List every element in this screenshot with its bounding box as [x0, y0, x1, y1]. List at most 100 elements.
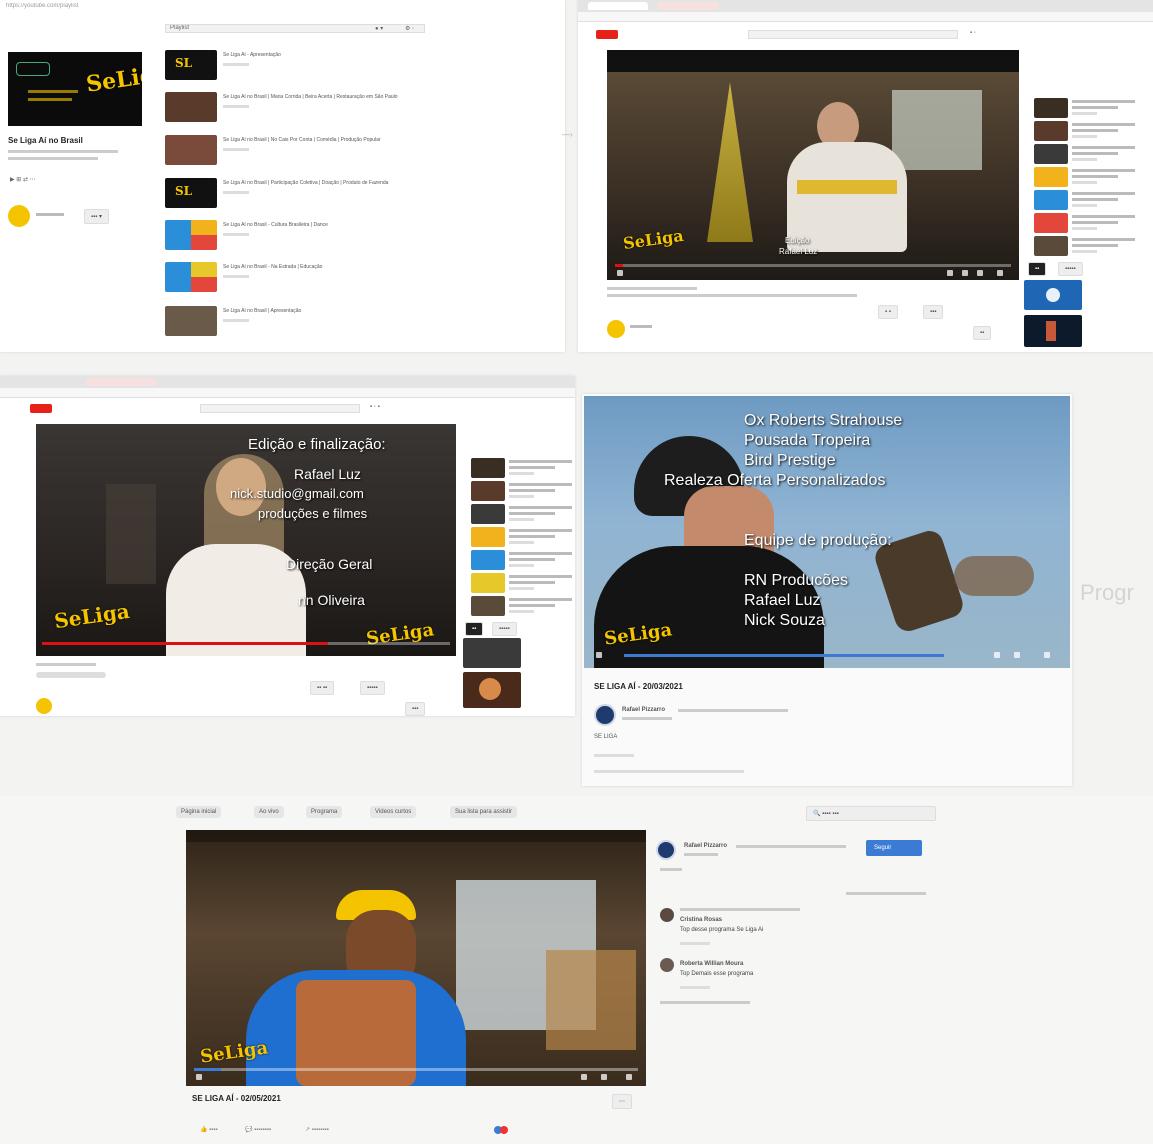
video-thumbnail[interactable]: [165, 92, 217, 122]
recommended-video-thumbnail[interactable]: [1024, 315, 1082, 347]
chip-all[interactable]: ▪▪: [465, 622, 484, 636]
miniplayer-icon[interactable]: [962, 270, 968, 276]
like-button[interactable]: ▪▪ ▪▪: [310, 681, 335, 695]
video-title[interactable]: Se Liga Aí no Brasil | No Cais Por Conta…: [223, 137, 553, 143]
recommended-item[interactable]: [1034, 190, 1144, 212]
comment-icon[interactable]: 💬 ▪▪▪▪▪▪▪▪: [245, 1126, 271, 1133]
progress-bar[interactable]: [42, 642, 450, 645]
playlist-row[interactable]: Se Liga Aí no Brasil - Cultura Brasileir…: [165, 220, 555, 252]
video-title[interactable]: Se Liga Aí no Brasil | Apresentação: [223, 308, 553, 314]
recommended-video-thumbnail[interactable]: [463, 638, 521, 668]
chip-all[interactable]: ▪▪: [1028, 262, 1047, 276]
mic-icon[interactable]: ▪ ◦: [970, 30, 976, 36]
video-thumbnail[interactable]: [471, 596, 505, 616]
video-thumbnail[interactable]: [1034, 236, 1068, 256]
channel-avatar[interactable]: [8, 205, 30, 227]
more-comments-link[interactable]: [660, 1001, 750, 1004]
recommended-video-thumbnail[interactable]: [1024, 280, 1082, 310]
recommended-item[interactable]: [471, 573, 575, 595]
nav-tab[interactable]: Sua lista para assistir: [450, 806, 518, 818]
comment-author[interactable]: Roberta Willian Moura: [680, 961, 743, 967]
video-title[interactable]: Se Liga Aí - Apresentação: [223, 52, 553, 58]
recommended-item[interactable]: [471, 527, 575, 549]
facebook-video[interactable]: SeLiga: [186, 830, 646, 1086]
search-bar[interactable]: [200, 404, 360, 413]
poster-avatar[interactable]: [594, 704, 616, 726]
like-icon[interactable]: 👍 ▪▪▪▪: [200, 1126, 218, 1133]
mic-icon[interactable]: ● ▾: [375, 25, 383, 32]
progress-bar[interactable]: [194, 1068, 638, 1071]
video-title[interactable]: Se Liga Aí no Brasil | Participação Cole…: [223, 180, 553, 186]
volume-icon[interactable]: [994, 652, 1000, 658]
share-button[interactable]: ▪▪▪▪▪: [360, 681, 385, 695]
video-thumbnail[interactable]: [1034, 98, 1068, 118]
poster-name[interactable]: Rafael Pizzarro: [622, 707, 665, 713]
fullscreen-icon[interactable]: [1044, 652, 1050, 658]
video-thumbnail[interactable]: [1034, 167, 1068, 187]
nav-tab[interactable]: Programa: [306, 806, 343, 818]
recommended-item[interactable]: [471, 596, 575, 618]
recommended-item[interactable]: [1034, 213, 1144, 235]
subscribe-button[interactable]: ▪▪: [973, 326, 992, 340]
progress-bar[interactable]: [615, 264, 1011, 267]
fullscreen-icon[interactable]: [626, 1074, 632, 1080]
playlist-row[interactable]: Se Liga Aí no Brasil | No Cais Por Conta…: [165, 135, 555, 167]
settings-icon[interactable]: [947, 270, 953, 276]
recommended-item[interactable]: [1034, 236, 1144, 258]
playlist-row[interactable]: Se Liga Aí no Brasil | Maria Corrida | B…: [165, 92, 555, 124]
recommended-item[interactable]: [1034, 121, 1144, 143]
theater-icon[interactable]: [977, 270, 983, 276]
follow-button[interactable]: Seguir: [866, 840, 922, 856]
video-thumbnail[interactable]: [471, 481, 505, 501]
video-thumbnail[interactable]: [471, 527, 505, 547]
nav-tab[interactable]: Página inicial: [176, 806, 222, 818]
chip-related[interactable]: ▪▪▪▪▪: [492, 622, 517, 636]
playlist-row[interactable]: SL Se Liga Aí - Apresentação: [165, 50, 555, 82]
video-thumbnail[interactable]: [165, 135, 217, 165]
channel-banner[interactable]: SeLiga: [8, 52, 142, 126]
video-thumbnail[interactable]: [471, 573, 505, 593]
main-video[interactable]: Edição Rafael Luz SeLiga: [607, 50, 1019, 280]
mic-icon[interactable]: ▪ ◦ ▪: [370, 404, 380, 410]
recommended-item[interactable]: [471, 550, 575, 572]
video-thumbnail[interactable]: SL: [165, 178, 217, 208]
poster-avatar[interactable]: [656, 840, 676, 860]
share-icon[interactable]: ↗ ▪▪▪▪▪▪▪▪: [305, 1126, 329, 1133]
recommended-item[interactable]: [471, 458, 575, 480]
search-bar[interactable]: [748, 30, 958, 39]
video-thumbnail[interactable]: [471, 458, 505, 478]
subscribe-button[interactable]: ▪▪▪: [405, 702, 426, 716]
search-videos-button[interactable]: 🔍 ▪▪▪▪ ▪▪▪: [806, 806, 936, 821]
video-thumbnail[interactable]: [471, 504, 505, 524]
playlist-row[interactable]: SL Se Liga Aí no Brasil | Participação Co…: [165, 178, 555, 210]
comment-author[interactable]: Cristina Rosas: [680, 917, 722, 923]
channel-avatar[interactable]: [607, 320, 625, 338]
more-options-button[interactable]: ⋯: [612, 1094, 632, 1109]
video-title[interactable]: Se Liga Aí no Brasil - Cultura Brasileir…: [223, 222, 553, 228]
fullscreen-icon[interactable]: [997, 270, 1003, 276]
chip-related[interactable]: ▪▪▪▪▪: [1058, 262, 1083, 276]
volume-icon[interactable]: [581, 1074, 587, 1080]
nav-tab[interactable]: Videos curtos: [370, 806, 417, 818]
video-thumbnail[interactable]: [1034, 213, 1068, 233]
video-thumbnail[interactable]: [1034, 144, 1068, 164]
share-button[interactable]: ▪▪▪: [923, 305, 944, 319]
video-thumbnail[interactable]: [165, 306, 217, 336]
play-icon[interactable]: [196, 1074, 202, 1080]
channel-avatar[interactable]: [36, 698, 52, 714]
video-thumbnail[interactable]: [165, 262, 217, 292]
recommended-item[interactable]: [471, 504, 575, 526]
play-icon[interactable]: [596, 652, 602, 658]
video-title[interactable]: Se Liga Aí no Brasil - Na Estrada | Educ…: [223, 264, 553, 270]
search-bar[interactable]: [165, 24, 425, 33]
facebook-video[interactable]: SeLiga Ox Roberts Strahouse Pousada Trope…: [584, 396, 1070, 668]
nav-tab[interactable]: Ao vivo: [254, 806, 284, 818]
commenter-avatar[interactable]: [660, 958, 674, 972]
settings-icon[interactable]: [601, 1074, 607, 1080]
video-thumbnail[interactable]: [1034, 121, 1068, 141]
shuffle-icon[interactable]: ▶ ⊞ ⇄ ⋯: [10, 176, 36, 183]
playlist-row[interactable]: Se Liga Aí no Brasil - Na Estrada | Educ…: [165, 262, 555, 294]
video-title[interactable]: Se Liga Aí no Brasil | Maria Corrida | B…: [223, 94, 553, 100]
video-thumbnail[interactable]: [471, 550, 505, 570]
main-video[interactable]: SeLiga SeLiga Edição e finalização: Rafae…: [36, 424, 456, 656]
